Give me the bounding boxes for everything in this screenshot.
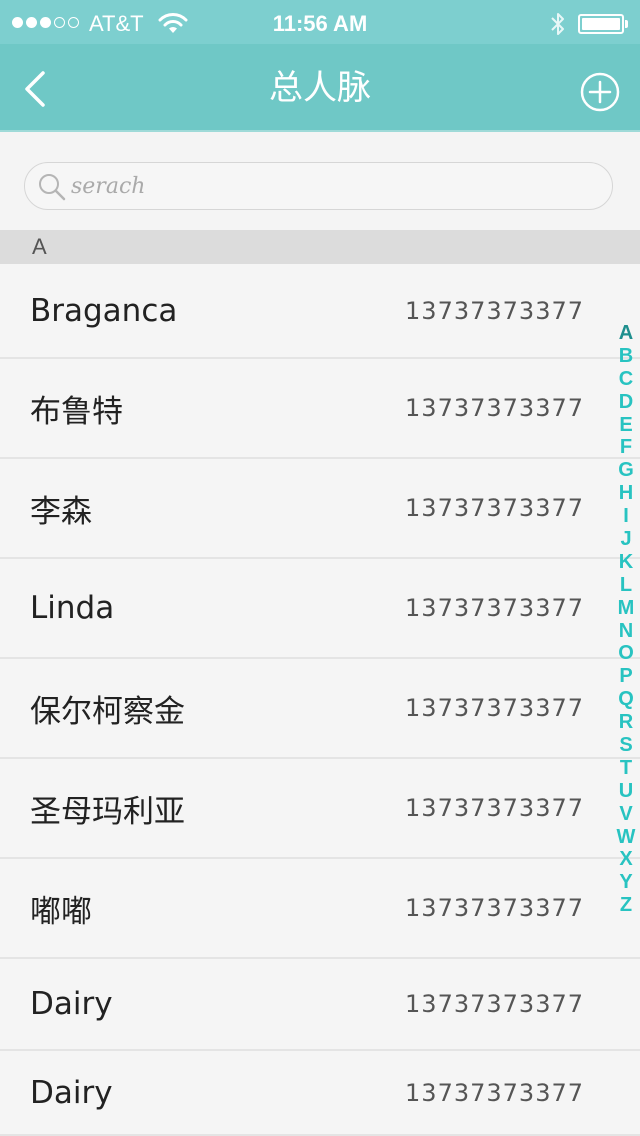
contact-phone: 13737373377: [405, 494, 584, 522]
contact-phone: 13737373377: [405, 794, 584, 822]
index-letter-u[interactable]: U: [612, 780, 640, 803]
contact-name: Dairy: [30, 986, 113, 1022]
index-letter-s[interactable]: S: [612, 734, 640, 757]
index-letter-x[interactable]: X: [612, 848, 640, 871]
index-letter-m[interactable]: M: [612, 597, 640, 620]
index-letter-i[interactable]: I: [612, 505, 640, 528]
index-letter-v[interactable]: V: [612, 803, 640, 826]
contact-name: 圣母玛利亚: [30, 793, 185, 830]
contact-name: Braganca: [30, 292, 178, 329]
index-letter-b[interactable]: B: [612, 345, 640, 368]
circle-plus-icon: [580, 72, 620, 112]
index-letter-n[interactable]: N: [612, 620, 640, 643]
back-button[interactable]: [16, 68, 56, 110]
contact-name: 布鲁特: [30, 393, 123, 430]
alphabet-index: A B C D E F G H I J K L M N O P Q R S T …: [612, 322, 640, 917]
contact-phone: 13737373377: [405, 594, 584, 622]
contact-phone: 13737373377: [405, 1078, 584, 1107]
index-letter-o[interactable]: O: [612, 642, 640, 665]
index-letter-c[interactable]: C: [612, 368, 640, 391]
index-letter-l[interactable]: L: [612, 574, 640, 597]
contact-row[interactable]: Dairy 13737373377: [0, 1051, 640, 1136]
index-letter-q[interactable]: Q: [612, 688, 640, 711]
contact-row[interactable]: Braganca 13737373377: [0, 264, 640, 359]
contact-phone: 13737373377: [405, 694, 584, 722]
status-time: 11:56 AM: [272, 11, 368, 36]
index-letter-t[interactable]: T: [612, 757, 640, 780]
index-letter-f[interactable]: F: [612, 436, 640, 459]
contact-row[interactable]: 嘟嘟 13737373377: [0, 859, 640, 959]
index-letter-w[interactable]: W: [612, 826, 640, 849]
contact-row[interactable]: 圣母玛利亚 13737373377: [0, 759, 640, 859]
contact-row[interactable]: 布鲁特 13737373377: [0, 359, 640, 459]
contact-name: 嘟嘟: [30, 893, 92, 930]
contact-phone: 13737373377: [405, 394, 584, 422]
add-contact-button[interactable]: [580, 72, 620, 112]
index-letter-k[interactable]: K: [612, 551, 640, 574]
index-letter-e[interactable]: E: [612, 414, 640, 437]
contact-name: 保尔柯察金: [30, 693, 185, 730]
index-letter-j[interactable]: J: [612, 528, 640, 551]
battery-tip: [625, 20, 628, 28]
nav-bar: 总人脉: [0, 44, 640, 132]
contact-phone: 13737373377: [405, 894, 584, 922]
index-letter-d[interactable]: D: [612, 391, 640, 414]
section-header: A: [0, 230, 640, 264]
contact-name: Linda: [30, 590, 115, 626]
index-letter-p[interactable]: P: [612, 665, 640, 688]
search-bar: [24, 162, 613, 210]
index-letter-y[interactable]: Y: [612, 871, 640, 894]
index-letter-h[interactable]: H: [612, 482, 640, 505]
contact-row[interactable]: Linda 13737373377: [0, 559, 640, 659]
battery-icon: [578, 14, 624, 34]
search-input[interactable]: [69, 167, 593, 205]
contact-row[interactable]: Dairy 13737373377: [0, 959, 640, 1051]
status-bar: AT&T 11:56 AM: [0, 0, 640, 44]
page-title: 总人脉: [269, 68, 371, 108]
contact-row[interactable]: 李森 13737373377: [0, 459, 640, 559]
index-letter-r[interactable]: R: [612, 711, 640, 734]
contact-name: 李森: [30, 493, 92, 530]
contact-row[interactable]: 保尔柯察金 13737373377: [0, 659, 640, 759]
search-icon: [37, 172, 67, 206]
index-letter-g[interactable]: G: [612, 459, 640, 482]
chevron-left-icon: [25, 71, 45, 107]
index-letter-z[interactable]: Z: [612, 894, 640, 917]
contact-list: Braganca 13737373377 布鲁特 13737373377 李森 …: [0, 264, 640, 1136]
bluetooth-icon: [549, 11, 567, 41]
section-letter: A: [32, 234, 47, 259]
index-letter-a[interactable]: A: [612, 322, 640, 345]
contact-name: Dairy: [30, 1074, 113, 1111]
contact-phone: 13737373377: [405, 296, 584, 325]
contact-phone: 13737373377: [405, 990, 584, 1018]
